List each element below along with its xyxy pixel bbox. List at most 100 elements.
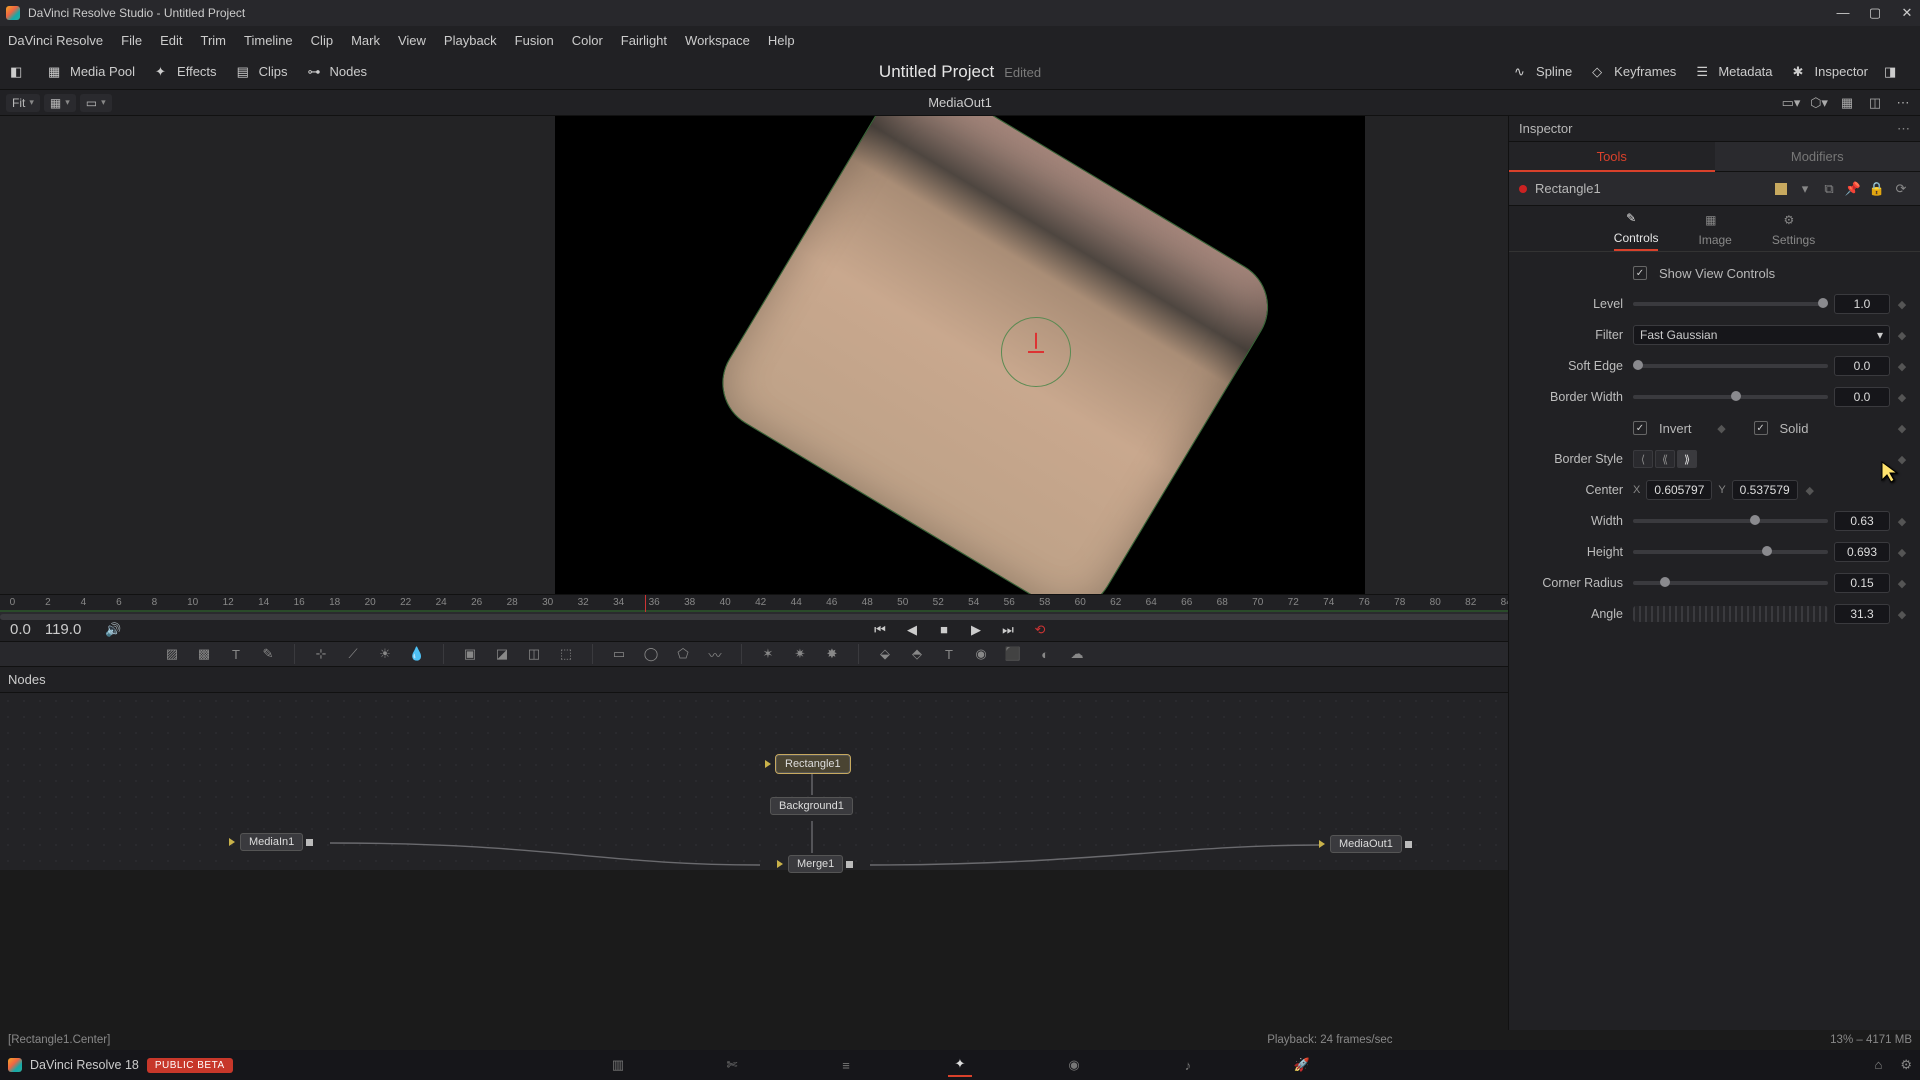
tool-3d-cube-icon[interactable]: ⬛ [1001,642,1025,666]
keyframe-diamond-icon[interactable]: ◆ [1896,298,1908,311]
effects-button[interactable]: ✦Effects [147,60,225,84]
center-y-value[interactable]: 0.537579 [1732,480,1798,500]
view-more-icon[interactable]: ⋯ [1892,93,1914,113]
view-layout-dropdown[interactable]: ▦▾ [44,94,76,112]
node-enable-icon[interactable] [1519,185,1527,193]
tab-modifiers[interactable]: Modifiers [1715,142,1920,172]
panel-right-toggle[interactable]: ◨ [1880,60,1910,84]
tab-tools[interactable]: Tools [1509,142,1715,172]
menu-item[interactable]: Trim [201,33,227,48]
page-color-icon[interactable]: ◉ [1062,1053,1086,1077]
metadata-button[interactable]: ☰Metadata [1688,60,1780,84]
menu-item[interactable]: Help [768,33,795,48]
tool-background-icon[interactable]: ▨ [160,642,184,666]
zoom-dropdown[interactable]: Fit▾ [6,94,40,112]
level-slider[interactable] [1633,302,1828,306]
playhead-icon[interactable] [645,595,646,612]
width-value[interactable]: 0.63 [1834,511,1890,531]
tool-pemitter-icon[interactable]: ✸ [820,642,844,666]
border-style-buttons[interactable]: ⟨⟪⟫ [1633,450,1697,468]
subtab-settings[interactable]: ⚙Settings [1772,213,1815,251]
stop-button[interactable]: ■ [933,619,955,641]
tool-matte-icon[interactable]: ◪ [490,642,514,666]
corner-radius-value[interactable]: 0.15 [1834,573,1890,593]
filter-dropdown[interactable]: Fast Gaussian▾ [1633,325,1890,345]
tool-3d-camera-icon[interactable]: ⬙ [873,642,897,666]
keyframe-diamond-icon[interactable]: ◆ [1896,391,1908,404]
keyframe-diamond-icon[interactable]: ◆ [1896,546,1908,559]
show-view-controls-checkbox[interactable] [1633,266,1647,280]
tool-fastnoise-icon[interactable]: ▩ [192,642,216,666]
tool-brightness-icon[interactable]: ☀ [373,642,397,666]
angle-value[interactable]: 31.3 [1834,604,1890,624]
tool-planartracker-icon[interactable]: ⟋ [341,642,365,666]
spline-button[interactable]: ∿Spline [1506,60,1580,84]
page-cut-icon[interactable]: ✄ [720,1053,744,1077]
tool-transform-icon[interactable]: ◫ [522,642,546,666]
width-slider[interactable] [1633,519,1828,523]
minimize-icon[interactable]: — [1836,5,1850,21]
tool-paint-icon[interactable]: ✎ [256,642,280,666]
node-merge[interactable]: Merge1 [788,855,843,873]
play-button[interactable]: ▶ [965,619,987,641]
angle-dial[interactable] [1633,606,1828,622]
menu-item[interactable]: View [398,33,426,48]
step-back-button[interactable]: ◀ [901,619,923,641]
solid-checkbox[interactable] [1754,421,1768,435]
tool-tracker-icon[interactable]: ⊹ [309,642,333,666]
border-width-value[interactable]: 0.0 [1834,387,1890,407]
menu-item[interactable]: Mark [351,33,380,48]
media-pool-button[interactable]: ▦Media Pool [40,60,143,84]
menu-item[interactable]: DaVinci Resolve [8,33,103,48]
menu-item[interactable]: Playback [444,33,497,48]
tool-rectangle-icon[interactable]: ▭ [607,642,631,666]
inspector-node-row[interactable]: Rectangle1 ▾ ⧉ 📌 🔒 ⟳ [1509,172,1920,206]
version-square-icon[interactable] [1772,180,1790,198]
tool-3d-shape-icon[interactable]: ◉ [969,642,993,666]
page-fusion-icon[interactable]: ✦ [948,1053,972,1077]
keyframe-diamond-icon[interactable]: ◆ [1896,453,1908,466]
keyframe-diamond-icon[interactable]: ◆ [1896,515,1908,528]
chevron-down-icon[interactable]: ▾ [1796,180,1814,198]
menu-item[interactable]: Fusion [515,33,554,48]
menu-item[interactable]: Clip [311,33,333,48]
page-fairlight-icon[interactable]: ♪ [1176,1053,1200,1077]
menu-item[interactable]: Edit [160,33,182,48]
tool-merge-icon[interactable]: ▣ [458,642,482,666]
menu-item[interactable]: Workspace [685,33,750,48]
soft-edge-value[interactable]: 0.0 [1834,356,1890,376]
center-x-value[interactable]: 0.605797 [1646,480,1712,500]
nodes-button[interactable]: ⊶Nodes [299,60,375,84]
tool-blur-icon[interactable]: 💧 [405,642,429,666]
pin-icon[interactable]: 📌 [1844,180,1862,198]
node-mediaout[interactable]: MediaOut1 [1330,835,1402,853]
height-slider[interactable] [1633,550,1828,554]
settings-icon[interactable]: ⚙ [1900,1057,1912,1073]
inspector-more-icon[interactable]: ⋯ [1897,121,1910,137]
keyframes-button[interactable]: ◇Keyframes [1584,60,1684,84]
inspector-button[interactable]: ✱Inspector [1785,60,1876,84]
panel-left-toggle[interactable]: ◧ [6,60,36,84]
home-icon[interactable]: ⌂ [1874,1057,1882,1073]
node-mediain[interactable]: MediaIn1 [240,833,303,851]
node-rectangle[interactable]: Rectangle1 [776,755,850,773]
tool-particles-icon[interactable]: ✶ [756,642,780,666]
transform-gizmo-icon[interactable] [1001,317,1071,387]
invert-checkbox[interactable] [1633,421,1647,435]
border-width-slider[interactable] [1633,395,1828,399]
speaker-icon[interactable]: 🔊 [105,622,121,638]
tool-3d-image-icon[interactable]: ⬘ [905,642,929,666]
menu-item[interactable]: Color [572,33,603,48]
page-edit-icon[interactable]: ≡ [834,1053,858,1077]
tool-prender-icon[interactable]: ✷ [788,642,812,666]
tool-bspline-icon[interactable]: 〰 [703,642,727,666]
tool-text-icon[interactable]: T [224,642,248,666]
keyframe-diamond-icon[interactable]: ◆ [1896,422,1908,435]
keyframe-diamond-icon[interactable]: ◆ [1716,422,1728,435]
keyframe-diamond-icon[interactable]: ◆ [1896,577,1908,590]
height-value[interactable]: 0.693 [1834,542,1890,562]
tool-resize-icon[interactable]: ⬚ [554,642,578,666]
go-last-button[interactable]: ⏭ [997,619,1019,641]
menu-item[interactable]: Timeline [244,33,293,48]
soft-edge-slider[interactable] [1633,364,1828,368]
